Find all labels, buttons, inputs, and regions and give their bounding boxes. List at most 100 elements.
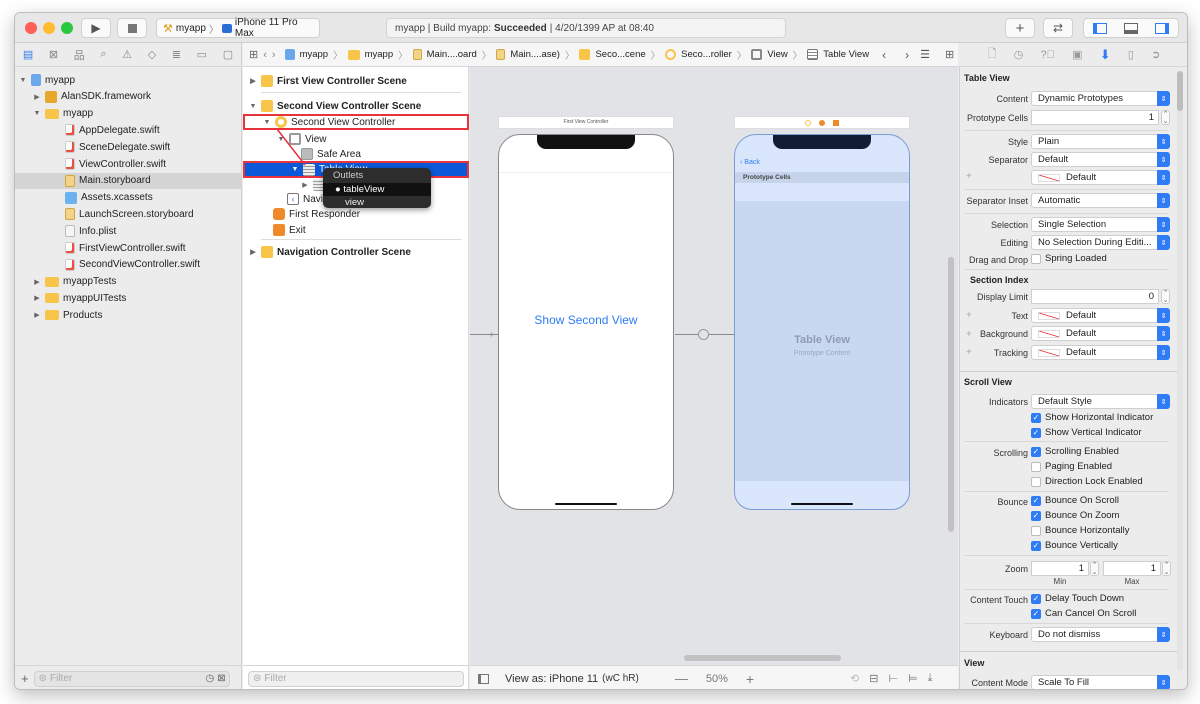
align-icon[interactable]: ⊢ (888, 672, 898, 685)
add-file-icon[interactable]: + (21, 671, 29, 686)
quick-help-icon[interactable]: ?⃝ (1041, 49, 1055, 61)
second-view-controller[interactable]: ‹ Back Prototype Cells Table View Protot… (734, 134, 910, 510)
disclosure-closed-icon[interactable]: ▶ (33, 311, 41, 319)
scrolling-enabled-checkbox[interactable]: ✓ Scrolling Enabled (1031, 446, 1119, 457)
zoom-max-stepper[interactable]: ⌃ ⌄ (1162, 561, 1171, 576)
test-icon[interactable]: ◇ (148, 48, 156, 61)
exit-dock-icon[interactable] (833, 119, 839, 126)
disclosure-closed-icon[interactable]: ▶ (33, 93, 41, 101)
responder-dock-icon[interactable] (819, 119, 825, 126)
resolve-issues-icon[interactable]: ⤓ (928, 672, 933, 685)
outlet-item-view[interactable]: view (323, 196, 431, 209)
prototype-cells-stepper[interactable]: ⌃ ⌄ (1161, 110, 1170, 125)
view-as-button[interactable]: View as: iPhone 11 (505, 673, 598, 685)
outlet-item-tableview[interactable]: ● tableView (323, 183, 431, 196)
inspector-scrollbar[interactable] (1177, 71, 1183, 671)
navigator-item[interactable]: LaunchScreen.storyboard (15, 206, 242, 222)
zoom-max-field[interactable]: 1 (1103, 561, 1161, 576)
debug-icon[interactable]: ≣ (172, 48, 181, 61)
navigator-item[interactable]: ▶ Products (15, 307, 242, 323)
disclosure-open-icon[interactable]: ▼ (19, 77, 27, 84)
related-items-icon[interactable]: ⊞ (249, 48, 258, 61)
jump-item[interactable]: Main....ase) (510, 49, 560, 60)
content-mode-popup[interactable]: Scale To Fill ⇕ (1031, 675, 1170, 689)
disclosure-closed-icon[interactable]: ▶ (33, 294, 41, 302)
navigator-item[interactable]: ▶ AlanSDK.framework (15, 89, 242, 105)
style-popup[interactable]: Plain ⇕ (1031, 134, 1170, 149)
first-view-controller[interactable]: Show Second View (498, 134, 674, 510)
jump-item[interactable]: myapp (300, 49, 329, 60)
show-vertical-checkbox[interactable]: ✓ Show Vertical Indicator (1031, 427, 1142, 438)
embed-in-icon[interactable]: ⊟ (869, 672, 878, 685)
prev-issue-icon[interactable]: ‹ (882, 48, 886, 62)
show-second-view-button[interactable]: Show Second View (499, 313, 673, 327)
toggle-outline-icon[interactable] (478, 673, 489, 684)
source-control-filter-icon[interactable]: ⊠ (217, 673, 225, 684)
close-window-button[interactable] (25, 22, 37, 34)
jump-item[interactable]: myapp (365, 49, 394, 60)
bounce-scroll-checkbox[interactable]: ✓ Bounce On Scroll (1031, 495, 1119, 506)
navigator-toggle-icon[interactable] (1092, 22, 1107, 34)
size-inspector-icon[interactable]: ▯ (1128, 48, 1134, 61)
show-horizontal-checkbox[interactable]: ✓ Show Horizontal Indicator (1031, 412, 1153, 423)
back-button[interactable]: ‹ Back (740, 159, 760, 166)
navigator-item[interactable]: ViewController.swift (15, 156, 242, 172)
zoom-window-button[interactable] (61, 22, 73, 34)
source-control-icon[interactable]: ⊠ (49, 48, 58, 61)
run-button[interactable]: ▶ (81, 18, 111, 38)
history-inspector-icon[interactable]: ◷ (1014, 48, 1024, 61)
add-constraints-icon[interactable]: ⊨ (908, 672, 918, 685)
jump-item[interactable]: Seco...roller (681, 49, 732, 60)
can-cancel-checkbox[interactable]: ✓ Can Cancel On Scroll (1031, 608, 1136, 619)
jump-item[interactable]: Main....oard (427, 49, 477, 60)
find-icon[interactable]: ⌕ (100, 48, 106, 61)
background-color-popup[interactable]: Default ⇕ (1031, 326, 1170, 341)
keyboard-popup[interactable]: Do not dismiss ⇕ (1031, 627, 1170, 642)
vc-dock-icon[interactable] (805, 119, 811, 126)
navigator-item[interactable]: SceneDelegate.swift (15, 139, 242, 155)
display-limit-stepper[interactable]: ⌃ ⌄ (1161, 289, 1170, 304)
editor-options-icon[interactable]: ☰ (920, 48, 930, 61)
issue-icon[interactable]: ⚠ (122, 48, 132, 61)
vertical-scrollbar[interactable] (948, 257, 954, 532)
tracking-color-popup[interactable]: Default ⇕ (1031, 345, 1170, 360)
bounce-horizontal-checkbox[interactable]: Bounce Horizontally (1031, 525, 1130, 536)
navigator-filter-input[interactable]: ⊜ Filter ◷ ⊠ (33, 670, 230, 687)
connections-inspector-icon[interactable]: ➲ (1151, 48, 1160, 61)
disclosure-closed-icon[interactable]: ▶ (33, 278, 41, 286)
add-variation-icon[interactable]: + (966, 171, 972, 182)
selection-popup[interactable]: Single Selection ⇕ (1031, 217, 1170, 232)
content-popup[interactable]: Dynamic Prototypes ⇕ (1031, 91, 1170, 106)
code-review-button[interactable]: ⇄ (1043, 18, 1073, 38)
forward-nav-icon[interactable]: › (272, 49, 276, 61)
direction-lock-checkbox[interactable]: Direction Lock Enabled (1031, 476, 1143, 487)
navigator-item[interactable]: Main.storyboard (15, 172, 242, 189)
text-color-popup[interactable]: Default ⇕ (1031, 308, 1170, 323)
jump-item[interactable]: Table View (823, 49, 869, 60)
attributes-inspector-icon[interactable]: ⬇ (1100, 47, 1111, 63)
horizontal-scrollbar[interactable] (684, 655, 841, 661)
add-editor-icon[interactable]: ⊞ (945, 48, 954, 61)
editing-popup[interactable]: No Selection During Editi... ⇕ (1031, 235, 1170, 250)
update-frames-icon[interactable]: ⟲ (850, 672, 859, 685)
library-button[interactable]: + (1005, 18, 1035, 38)
back-nav-icon[interactable]: ‹ (263, 49, 267, 61)
outline-navigation-item[interactable]: ‹ Navi (287, 191, 323, 207)
disclosure-open-icon[interactable]: ▼ (33, 110, 41, 117)
zoom-in-button[interactable]: + (746, 671, 754, 687)
next-issue-icon[interactable]: › (905, 48, 909, 62)
navigator-item[interactable]: Info.plist (15, 223, 242, 239)
identity-inspector-icon[interactable]: ▣ (1072, 48, 1082, 61)
navigator-item[interactable]: ▶ myappUITests (15, 290, 242, 306)
outline-scene-navigation[interactable]: ▶ Navigation Controller Scene (249, 244, 411, 260)
breakpoint-icon[interactable]: ▭ (197, 48, 207, 61)
navigator-item[interactable]: SecondViewController.swift (15, 257, 242, 273)
separator-inset-popup[interactable]: Automatic ⇕ (1031, 193, 1170, 208)
navigator-item[interactable]: Assets.xcassets (15, 190, 242, 206)
navigator-item[interactable]: ▼ myapp (15, 72, 242, 88)
recent-files-icon[interactable]: ◷ (205, 673, 214, 684)
outline-scene-second[interactable]: ▼ Second View Controller Scene (249, 98, 421, 114)
inspector-toggle-icon[interactable] (1155, 22, 1170, 34)
spring-loaded-checkbox[interactable]: Spring Loaded (1031, 253, 1107, 264)
jump-item[interactable]: View (767, 49, 787, 60)
